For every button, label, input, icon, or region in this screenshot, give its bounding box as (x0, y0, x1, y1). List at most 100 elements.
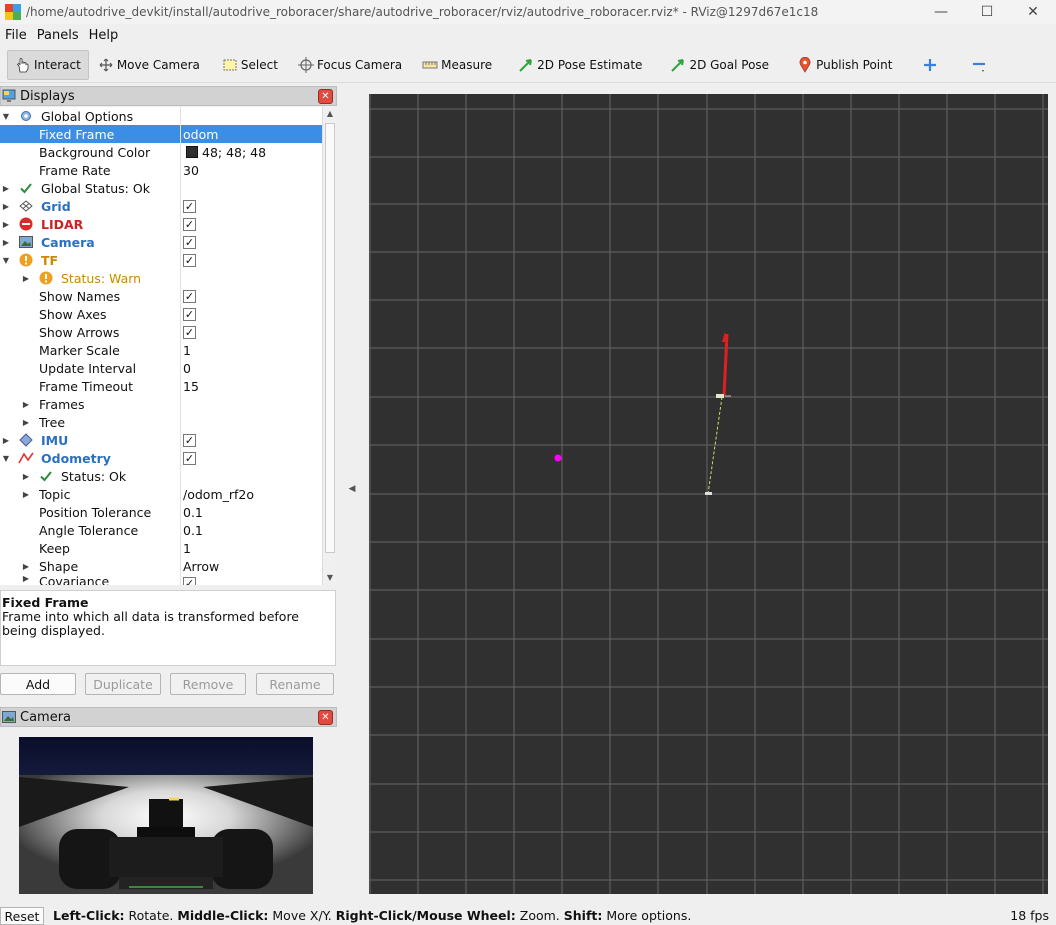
close-camera-button[interactable]: ✕ (318, 710, 333, 725)
tree-row-imu[interactable]: ▶ IMU ✓ (0, 431, 322, 449)
position-tolerance-value[interactable]: 0.1 (183, 505, 203, 520)
goal-pose-tool-button[interactable]: 2D Goal Pose (663, 50, 776, 80)
tree-row-frames[interactable]: ▶ Frames (0, 395, 322, 413)
update-interval-value[interactable]: 0 (183, 361, 191, 376)
menu-help[interactable]: Help (84, 28, 124, 43)
collapse-panel-arrow-icon[interactable]: ◀ (346, 484, 358, 504)
shape-value[interactable]: Arrow (183, 559, 219, 574)
covariance-checkbox[interactable]: ✓ (183, 577, 196, 585)
grid-label: Grid (41, 198, 71, 214)
tree-row-covariance[interactable]: ▶ Covariance ✓ (0, 575, 322, 585)
published-point-marker (554, 454, 562, 462)
grid-checkbox[interactable]: ✓ (183, 200, 196, 213)
tree-row-shape[interactable]: ▶ Shape Arrow (0, 557, 322, 575)
camera-checkbox[interactable]: ✓ (183, 236, 196, 249)
fixed-frame-value[interactable]: odom (183, 127, 218, 142)
tree-row-show-names[interactable]: Show Names ✓ (0, 287, 322, 305)
imu-label: IMU (41, 432, 69, 448)
collapsed-arrow-icon[interactable]: ▶ (0, 202, 12, 211)
tree-row-global-status[interactable]: ▶ Global Status: Ok (0, 179, 322, 197)
collapsed-arrow-icon[interactable]: ▶ (20, 490, 32, 499)
publish-point-tool-button[interactable]: Publish Point (790, 50, 899, 80)
imu-checkbox[interactable]: ✓ (183, 434, 196, 447)
add-tool-button[interactable] (915, 50, 948, 80)
collapsed-arrow-icon[interactable]: ▶ (20, 400, 32, 409)
tf-checkbox[interactable]: ✓ (183, 254, 196, 267)
tree-row-tf[interactable]: ▼ TF ✓ (0, 251, 322, 269)
add-button[interactable]: Add (0, 673, 76, 695)
collapsed-arrow-icon[interactable]: ▶ (0, 220, 12, 229)
odometry-checkbox[interactable]: ✓ (183, 452, 196, 465)
collapsed-arrow-icon[interactable]: ▶ (0, 436, 12, 445)
show-names-checkbox[interactable]: ✓ (183, 290, 196, 303)
tree-row-fixed-frame[interactable]: Fixed Frame odom (0, 125, 322, 143)
displays-scrollbar[interactable]: ▲ ▼ (322, 107, 336, 585)
minimize-button[interactable]: — (918, 0, 964, 24)
collapsed-arrow-icon[interactable]: ▶ (0, 184, 12, 193)
tree-row-frame-rate[interactable]: Frame Rate 30 (0, 161, 322, 179)
collapsed-arrow-icon[interactable]: ▶ (20, 575, 32, 583)
scroll-thumb[interactable] (325, 123, 335, 553)
tree-row-keep[interactable]: Keep 1 (0, 539, 322, 557)
menu-file[interactable]: File (0, 28, 32, 43)
tree-row-global-options[interactable]: ▼ Global Options (0, 107, 322, 125)
collapsed-arrow-icon[interactable]: ▶ (20, 274, 32, 283)
reset-view-button[interactable]: Reset (0, 907, 44, 925)
duplicate-button[interactable]: Duplicate (85, 673, 161, 695)
tree-row-camera[interactable]: ▶ Camera ✓ (0, 233, 322, 251)
select-tool-button[interactable]: Select (215, 50, 285, 80)
topic-value[interactable]: /odom_rf2o (183, 487, 254, 502)
3d-render-view[interactable] (369, 94, 1048, 894)
angle-tolerance-value[interactable]: 0.1 (183, 523, 203, 538)
tree-row-tf-status[interactable]: ▶ Status: Warn (0, 269, 322, 287)
expanded-arrow-icon[interactable]: ▼ (0, 112, 12, 121)
background-color-value[interactable]: 48; 48; 48 (202, 145, 266, 160)
gear-icon (18, 108, 34, 124)
collapsed-arrow-icon[interactable]: ▶ (0, 238, 12, 247)
lidar-checkbox[interactable]: ✓ (183, 218, 196, 231)
select-box-icon (222, 57, 238, 73)
collapsed-arrow-icon[interactable]: ▶ (20, 418, 32, 427)
tree-row-background-color[interactable]: Background Color 48; 48; 48 (0, 143, 322, 161)
tree-row-lidar[interactable]: ▶ LIDAR ✓ (0, 215, 322, 233)
tree-row-tree[interactable]: ▶ Tree (0, 413, 322, 431)
tree-row-topic[interactable]: ▶ Topic /odom_rf2o (0, 485, 322, 503)
menu-panels[interactable]: Panels (32, 28, 84, 43)
tree-row-grid[interactable]: ▶ Grid ✓ (0, 197, 322, 215)
tree-row-angle-tolerance[interactable]: Angle Tolerance 0.1 (0, 521, 322, 539)
color-swatch[interactable] (186, 146, 198, 158)
show-arrows-checkbox[interactable]: ✓ (183, 326, 196, 339)
rename-button[interactable]: Rename (256, 673, 334, 695)
tree-row-position-tolerance[interactable]: Position Tolerance 0.1 (0, 503, 322, 521)
tree-row-odom-status[interactable]: ▶ Status: Ok (0, 467, 322, 485)
expanded-arrow-icon[interactable]: ▼ (0, 454, 12, 463)
tree-row-update-interval[interactable]: Update Interval 0 (0, 359, 322, 377)
close-window-button[interactable]: ✕ (1010, 0, 1056, 24)
tree-row-marker-scale[interactable]: Marker Scale 1 (0, 341, 322, 359)
interact-tool-button[interactable]: Interact (7, 49, 89, 80)
frame-rate-value[interactable]: 30 (183, 163, 199, 178)
marker-scale-value[interactable]: 1 (183, 343, 191, 358)
measure-tool-button[interactable]: Measure (415, 50, 499, 80)
scroll-down-arrow-icon[interactable]: ▼ (323, 571, 337, 585)
frame-timeout-label: Frame Timeout (39, 378, 133, 394)
expanded-arrow-icon[interactable]: ▼ (0, 256, 12, 265)
focus-camera-tool-button[interactable]: Focus Camera (291, 50, 409, 80)
maximize-button[interactable]: ☐ (964, 0, 1010, 24)
move-camera-tool-button[interactable]: Move Camera (91, 50, 207, 80)
close-displays-button[interactable]: ✕ (318, 89, 333, 104)
tree-row-show-axes[interactable]: Show Axes ✓ (0, 305, 322, 323)
remove-tool-menu-button[interactable] (964, 50, 997, 80)
collapsed-arrow-icon[interactable]: ▶ (20, 472, 32, 481)
tree-row-show-arrows[interactable]: Show Arrows ✓ (0, 323, 322, 341)
select-label: Select (240, 57, 278, 72)
tree-row-frame-timeout[interactable]: Frame Timeout 15 (0, 377, 322, 395)
remove-button[interactable]: Remove (170, 673, 246, 695)
pose-estimate-tool-button[interactable]: 2D Pose Estimate (511, 50, 649, 80)
collapsed-arrow-icon[interactable]: ▶ (20, 562, 32, 571)
frame-timeout-value[interactable]: 15 (183, 379, 199, 394)
tree-row-odometry[interactable]: ▼ Odometry ✓ (0, 449, 322, 467)
scroll-up-arrow-icon[interactable]: ▲ (323, 107, 337, 121)
show-axes-checkbox[interactable]: ✓ (183, 308, 196, 321)
keep-value[interactable]: 1 (183, 541, 191, 556)
